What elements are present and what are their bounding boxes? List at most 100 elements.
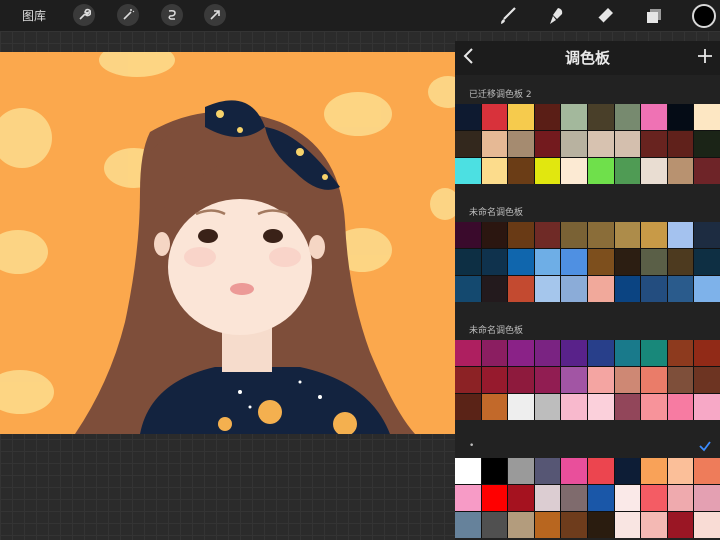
color-swatch[interactable] [534, 249, 561, 275]
color-swatch[interactable] [508, 485, 534, 511]
color-swatch[interactable] [667, 222, 694, 248]
color-swatch[interactable] [614, 276, 641, 302]
color-swatch[interactable] [534, 485, 561, 511]
palette-name[interactable]: 未命名调色板 [469, 323, 523, 336]
color-swatch[interactable] [614, 458, 641, 484]
color-swatch[interactable] [694, 367, 720, 393]
color-swatch[interactable] [455, 367, 481, 393]
color-swatch[interactable] [614, 158, 641, 184]
color-swatch[interactable] [534, 394, 561, 420]
color-swatch[interactable] [694, 485, 720, 511]
color-swatch[interactable] [534, 458, 561, 484]
palette-name[interactable]: 未命名调色板 [469, 205, 523, 218]
color-swatch[interactable] [641, 222, 667, 248]
color-swatch[interactable] [455, 512, 481, 538]
color-swatch[interactable] [534, 131, 561, 157]
color-swatch[interactable] [481, 485, 508, 511]
eraser-icon[interactable] [594, 5, 616, 27]
color-swatch[interactable] [455, 485, 481, 511]
color-swatch[interactable] [481, 158, 508, 184]
color-swatch[interactable] [614, 104, 641, 130]
gallery-button[interactable]: 图库 [22, 7, 46, 24]
selection-icon[interactable] [161, 4, 183, 26]
color-swatch[interactable] [455, 340, 481, 366]
default-palette-checkmark-icon[interactable] [698, 439, 712, 453]
color-swatch[interactable] [561, 131, 587, 157]
color-swatch[interactable] [641, 158, 667, 184]
color-swatch[interactable] [561, 222, 587, 248]
color-swatch[interactable] [694, 512, 720, 538]
color-swatch[interactable] [481, 249, 508, 275]
color-swatch[interactable] [667, 512, 694, 538]
magic-wand-icon[interactable] [117, 4, 139, 26]
color-swatch[interactable] [455, 104, 481, 130]
color-swatch[interactable] [481, 340, 508, 366]
color-swatch[interactable] [667, 340, 694, 366]
color-swatch[interactable] [534, 158, 561, 184]
color-swatch[interactable] [614, 249, 641, 275]
color-swatch[interactable] [588, 276, 614, 302]
color-swatch[interactable] [455, 222, 481, 248]
wrench-icon[interactable] [73, 4, 95, 26]
brush-icon[interactable] [497, 5, 519, 27]
color-swatch[interactable] [588, 249, 614, 275]
color-swatch[interactable] [534, 340, 561, 366]
color-swatch[interactable] [534, 512, 561, 538]
color-swatch[interactable] [561, 276, 587, 302]
color-swatch[interactable] [481, 367, 508, 393]
add-palette-icon[interactable] [696, 47, 714, 65]
color-swatch[interactable] [481, 458, 508, 484]
color-swatch[interactable] [508, 222, 534, 248]
color-swatch[interactable] [588, 222, 614, 248]
color-swatch[interactable] [694, 340, 720, 366]
color-swatch[interactable] [667, 394, 694, 420]
color-swatch[interactable] [614, 222, 641, 248]
color-swatch[interactable] [641, 512, 667, 538]
color-swatch[interactable] [614, 340, 641, 366]
color-swatch[interactable] [641, 276, 667, 302]
color-swatch[interactable] [694, 158, 720, 184]
color-swatch[interactable] [561, 340, 587, 366]
color-swatch[interactable] [694, 104, 720, 130]
color-swatch[interactable] [508, 512, 534, 538]
color-swatch[interactable] [588, 158, 614, 184]
color-swatch[interactable] [455, 276, 481, 302]
color-swatch[interactable] [667, 367, 694, 393]
color-swatch[interactable] [455, 158, 481, 184]
color-swatch[interactable] [481, 276, 508, 302]
color-swatch[interactable] [641, 340, 667, 366]
drawing-canvas[interactable] [0, 52, 455, 434]
color-swatch[interactable] [694, 249, 720, 275]
color-swatch[interactable] [561, 158, 587, 184]
color-swatch[interactable] [534, 104, 561, 130]
layers-icon[interactable] [643, 5, 665, 27]
color-swatch[interactable] [561, 485, 587, 511]
color-swatch[interactable] [481, 512, 508, 538]
color-swatch[interactable] [561, 367, 587, 393]
color-swatch[interactable] [667, 104, 694, 130]
color-swatch[interactable] [588, 104, 614, 130]
color-swatch[interactable] [561, 512, 587, 538]
transform-arrow-icon[interactable] [204, 4, 226, 26]
color-swatch[interactable] [667, 276, 694, 302]
color-swatch[interactable] [534, 367, 561, 393]
color-swatch[interactable] [641, 367, 667, 393]
color-swatch[interactable] [508, 249, 534, 275]
color-swatch[interactable] [614, 394, 641, 420]
color-swatch[interactable] [588, 512, 614, 538]
palette-name[interactable]: 已迁移调色板 2 [469, 87, 532, 100]
color-swatch[interactable] [508, 367, 534, 393]
color-swatch[interactable] [455, 458, 481, 484]
color-swatch[interactable] [481, 222, 508, 248]
color-swatch[interactable] [508, 276, 534, 302]
color-swatch[interactable] [667, 158, 694, 184]
color-swatch[interactable] [481, 131, 508, 157]
color-swatch[interactable] [508, 394, 534, 420]
color-swatch[interactable] [667, 249, 694, 275]
color-swatch[interactable] [694, 394, 720, 420]
color-swatch[interactable] [641, 485, 667, 511]
color-swatch[interactable] [667, 458, 694, 484]
color-swatch[interactable] [614, 512, 641, 538]
smudge-icon[interactable] [545, 5, 567, 27]
color-swatch[interactable] [667, 485, 694, 511]
